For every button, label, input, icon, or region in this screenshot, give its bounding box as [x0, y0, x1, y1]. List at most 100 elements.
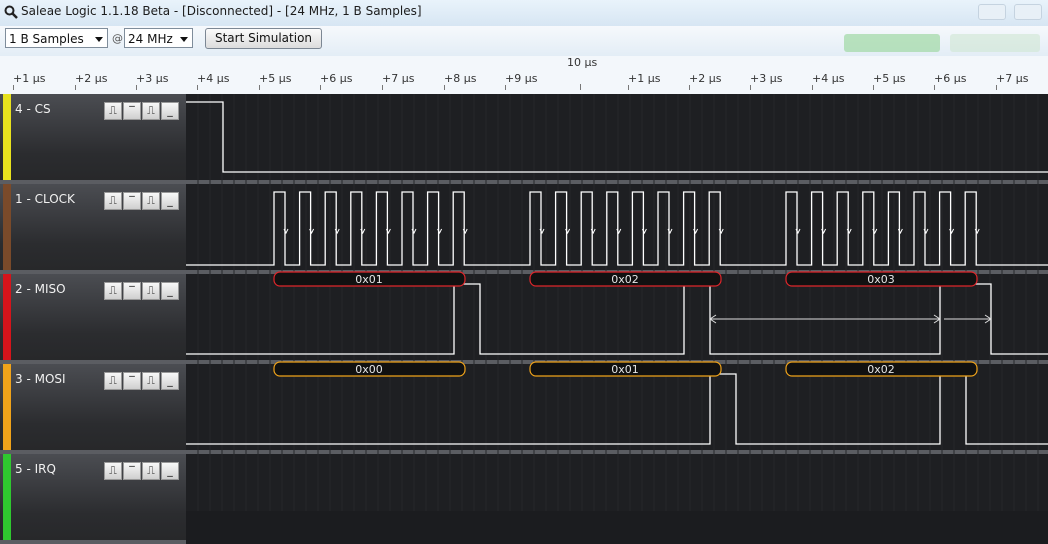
chevron-down-icon	[180, 37, 188, 42]
trigger-buttons: ⎍ ‾ ⎍ _	[104, 102, 180, 120]
ruler-tick-label: +7 µs	[996, 72, 1028, 90]
ruler-tick-mark	[689, 85, 690, 90]
toolbar: 1 B Samples @ 24 MHz Start Simulation	[0, 26, 1048, 56]
ruler-center-label: 10 µs	[567, 56, 598, 69]
high-level-trigger-icon[interactable]: ‾	[123, 102, 141, 120]
channel-row[interactable]: 1 - CLOCK ⎍ ‾ ⎍ _	[0, 184, 186, 274]
ruler-tick-label: +4 µs	[197, 72, 229, 90]
lane-background	[186, 94, 1048, 180]
high-level-trigger-icon[interactable]: ‾	[123, 192, 141, 210]
channel-name: 3 - MOSI	[15, 372, 66, 386]
lane-background	[186, 364, 1048, 450]
channel-color-strip	[3, 274, 11, 360]
channel-color-strip	[3, 94, 11, 180]
decode-value: 0x00	[355, 363, 383, 376]
title-bar: Saleae Logic 1.1.18 Beta - [Disconnected…	[0, 0, 1048, 27]
sample-depth-select[interactable]: 1 B Samples	[5, 28, 108, 48]
high-level-trigger-icon[interactable]: ‾	[123, 462, 141, 480]
rising-edge-trigger-icon[interactable]: ⎍	[104, 462, 122, 480]
ruler-tick-label: +9 µs	[505, 72, 537, 90]
chevron-down-icon	[95, 37, 103, 42]
channel-panel: 4 - CS ⎍ ‾ ⎍ _ 1 - CLOCK ⎍ ‾ ⎍ _ 2 - MISO ⎍ ‾ ⎍ _ 3 - M…	[0, 94, 186, 544]
window-controls	[978, 4, 1042, 20]
channel-row[interactable]: 4 - CS ⎍ ‾ ⎍ _	[0, 94, 186, 184]
lane-background	[186, 184, 1048, 270]
ruler-tick-label: +1 µs	[13, 72, 45, 90]
rising-edge-trigger-icon[interactable]: ⎍	[104, 192, 122, 210]
sample-rate-select[interactable]: 24 MHz	[124, 28, 193, 48]
channel-name: 5 - IRQ	[15, 462, 56, 476]
sample-depth-value: 1 B Samples	[9, 32, 84, 46]
rising-edge-trigger-icon[interactable]: ⎍	[104, 372, 122, 390]
trigger-buttons: ⎍ ‾ ⎍ _	[104, 462, 180, 480]
ruler-tick-label: +2 µs	[75, 72, 107, 90]
ruler-tick-mark	[320, 85, 321, 90]
trigger-buttons: ⎍ ‾ ⎍ _	[104, 372, 180, 390]
low-level-trigger-icon[interactable]: _	[161, 372, 179, 390]
search-icon	[4, 5, 18, 19]
close-button[interactable]	[1014, 4, 1042, 20]
window-title: Saleae Logic 1.1.18 Beta - [Disconnected…	[21, 4, 422, 18]
ruler-tick-mark	[812, 85, 813, 90]
falling-edge-trigger-icon[interactable]: ⎍	[142, 462, 160, 480]
decode-value: 0x03	[867, 273, 895, 286]
ruler-tick-label: +2 µs	[689, 72, 721, 90]
ruler-tick-mark	[382, 85, 383, 90]
low-level-trigger-icon[interactable]: _	[161, 462, 179, 480]
low-level-trigger-icon[interactable]: _	[161, 282, 179, 300]
sample-rate-value: 24 MHz	[128, 32, 173, 46]
falling-edge-trigger-icon[interactable]: ⎍	[142, 192, 160, 210]
channel-name: 1 - CLOCK	[15, 192, 75, 206]
at-label: @	[112, 32, 123, 45]
decode-value: 0x02	[611, 273, 639, 286]
decode-value: 0x02	[867, 363, 895, 376]
ruler-tick-mark	[259, 85, 260, 90]
decode-value: 0x01	[611, 363, 639, 376]
waveform-area[interactable]: 0x01 0x02 0x03 0x00 0x01 0x02	[186, 94, 1048, 511]
ruler-tick-label: +7 µs	[382, 72, 414, 90]
falling-edge-trigger-icon[interactable]: ⎍	[142, 102, 160, 120]
minimize-button[interactable]	[978, 4, 1006, 20]
ruler-tick-mark	[75, 85, 76, 90]
ruler-tick-label: +1 µs	[628, 72, 660, 90]
channel-row[interactable]: 2 - MISO ⎍ ‾ ⎍ _	[0, 274, 186, 364]
low-level-trigger-icon[interactable]: _	[161, 102, 179, 120]
ruler-tick-mark	[873, 85, 874, 90]
high-level-trigger-icon[interactable]: ‾	[123, 282, 141, 300]
low-level-trigger-icon[interactable]: _	[161, 192, 179, 210]
ruler-tick-mark	[750, 85, 751, 90]
lane-separator	[186, 180, 1048, 184]
ruler-tick-label: +5 µs	[259, 72, 291, 90]
channel-color-strip	[3, 454, 11, 540]
ruler-tick-mark	[197, 85, 198, 90]
ruler-tick-label: +3 µs	[750, 72, 782, 90]
falling-edge-trigger-icon[interactable]: ⎍	[142, 282, 160, 300]
channel-row[interactable]: 5 - IRQ ⎍ ‾ ⎍ _	[0, 454, 186, 544]
trigger-buttons: ⎍ ‾ ⎍ _	[104, 282, 180, 300]
trigger-buttons: ⎍ ‾ ⎍ _	[104, 192, 180, 210]
ruler-tick-label: +8 µs	[444, 72, 476, 90]
toolbar-background-blur	[844, 34, 940, 52]
decode-value: 0x01	[355, 273, 383, 286]
ruler-tick-mark	[444, 85, 445, 90]
rising-edge-trigger-icon[interactable]: ⎍	[104, 282, 122, 300]
lane-background	[186, 454, 1048, 511]
lane-separator	[186, 450, 1048, 454]
ruler-tick-label: +4 µs	[812, 72, 844, 90]
time-ruler[interactable]: 10 µs +1 µs +2 µs +3 µs +4 µs +5 µs +6 µs +7 µ…	[0, 56, 1048, 94]
rising-edge-trigger-icon[interactable]: ⎍	[104, 102, 122, 120]
lane-background	[186, 274, 1048, 360]
channel-name: 4 - CS	[15, 102, 51, 116]
falling-edge-trigger-icon[interactable]: ⎍	[142, 372, 160, 390]
start-simulation-button[interactable]: Start Simulation	[205, 28, 322, 49]
high-level-trigger-icon[interactable]: ‾	[123, 372, 141, 390]
ruler-tick-mark	[505, 85, 506, 90]
ruler-tick-mark	[628, 85, 629, 90]
ruler-tick-mark	[136, 85, 137, 90]
channel-color-strip	[3, 184, 11, 270]
ruler-tick-mark	[934, 85, 935, 90]
ruler-tick-mark	[996, 85, 997, 90]
channel-row[interactable]: 3 - MOSI ⎍ ‾ ⎍ _	[0, 364, 186, 454]
channel-color-strip	[3, 364, 11, 450]
toolbar-background-blur-2	[950, 34, 1040, 52]
